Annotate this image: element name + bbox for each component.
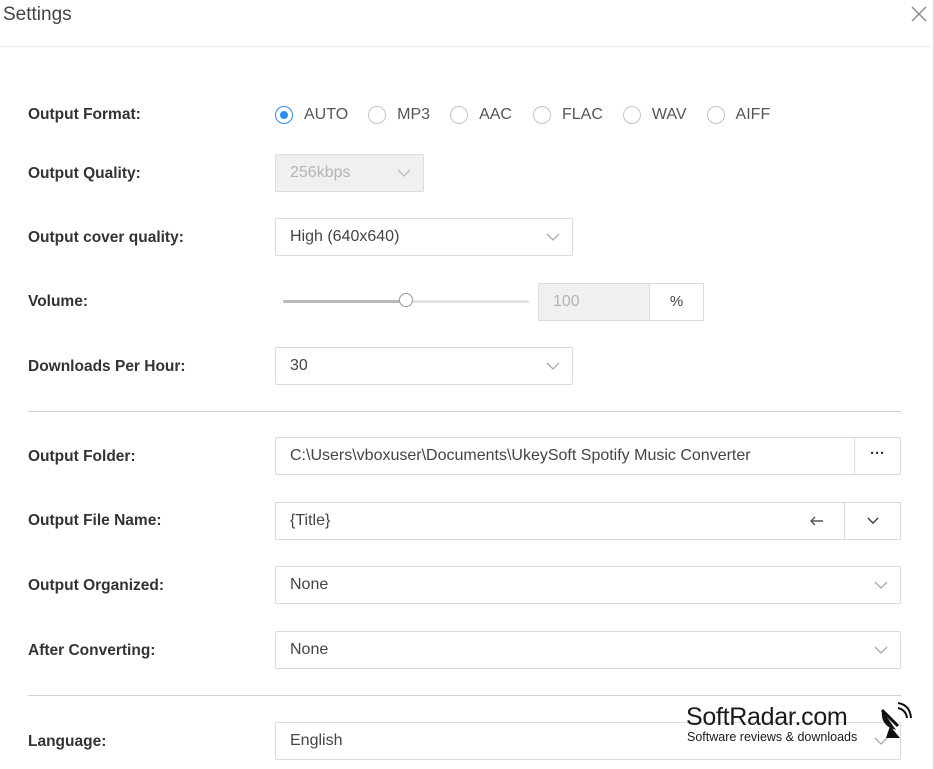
chevron-down-icon (866, 517, 879, 525)
output-organized-select[interactable]: None (275, 566, 901, 604)
output-folder-field[interactable]: C:\Users\vboxuser\Documents\UkeySoft Spo… (275, 437, 856, 475)
radio-unchecked-icon (532, 106, 551, 124)
cover-quality-select[interactable]: High (640x640) (275, 218, 573, 256)
volume-input: 100 (538, 283, 650, 321)
output-quality-select: 256kbps (275, 154, 424, 192)
radio-unchecked-icon (368, 106, 387, 124)
format-option-label: MP3 (397, 106, 431, 123)
output-quality-label: Output Quality: (28, 165, 141, 182)
language-value: English (290, 732, 343, 749)
downloads-per-hour-value: 30 (290, 357, 308, 374)
window-title: Settings (3, 4, 72, 25)
after-converting-select[interactable]: None (275, 631, 901, 669)
volume-unit: % (649, 283, 704, 321)
volume-label: Volume: (28, 293, 88, 310)
format-option-label: AUTO (304, 106, 349, 123)
output-quality-value: 256kbps (290, 164, 351, 181)
cover-quality-value: High (640x640) (290, 228, 400, 245)
downloads-per-hour-select[interactable]: 30 (275, 347, 573, 385)
title-bar: Settings (0, 0, 934, 47)
softradar-watermark: SoftRadar.com Software reviews & downloa… (686, 702, 916, 749)
backspace-arrow-icon[interactable] (808, 512, 826, 530)
format-option-label: FLAC (561, 106, 603, 123)
format-radio-mp3[interactable]: MP3 (368, 106, 450, 124)
format-radio-flac[interactable]: FLAC (532, 106, 623, 124)
format-option-label: AIFF (735, 106, 771, 123)
radio-checked-icon (275, 106, 293, 124)
language-label: Language: (28, 733, 107, 750)
browse-folder-button[interactable]: ··· (854, 437, 901, 475)
chevron-down-icon (874, 645, 888, 655)
format-radio-aiff[interactable]: AIFF (706, 106, 771, 124)
radio-unchecked-icon (622, 106, 641, 124)
downloads-per-hour-label: Downloads Per Hour: (28, 358, 186, 375)
radio-unchecked-icon (706, 106, 725, 124)
volume-slider[interactable] (283, 293, 529, 307)
format-radio-wav[interactable]: WAV (622, 106, 707, 124)
close-icon (911, 6, 927, 22)
output-format-radio-group: AUTO MP3 AAC FLAC WAV AIFF (275, 104, 770, 126)
output-organized-value: None (290, 576, 329, 593)
output-folder-label: Output Folder: (28, 448, 136, 465)
radio-unchecked-icon (450, 106, 469, 124)
file-name-tags-dropdown-button[interactable] (844, 502, 901, 540)
watermark-title: SoftRadar.com (686, 703, 848, 731)
volume-slider-fill (283, 300, 406, 303)
close-button[interactable] (908, 3, 930, 25)
cover-quality-label: Output cover quality: (28, 229, 184, 246)
format-radio-auto[interactable]: AUTO (275, 106, 368, 124)
section-divider (28, 411, 901, 412)
format-option-label: WAV (651, 106, 687, 123)
format-option-label: AAC (479, 106, 512, 123)
settings-window: Settings Output Format: AUTO MP3 AAC FLA… (0, 0, 934, 769)
chevron-down-icon (546, 361, 560, 371)
chevron-down-icon (397, 168, 411, 178)
volume-slider-handle[interactable] (399, 293, 413, 307)
after-converting-value: None (290, 641, 329, 658)
chevron-down-icon (546, 232, 560, 242)
output-file-name-field[interactable]: {Title} (275, 502, 845, 540)
section-divider (28, 695, 901, 696)
after-converting-label: After Converting: (28, 642, 156, 659)
output-organized-label: Output Organized: (28, 577, 165, 594)
watermark-subtitle: Software reviews & downloads (687, 730, 858, 744)
format-radio-aac[interactable]: AAC (450, 106, 533, 124)
satellite-dish-icon (880, 702, 912, 738)
output-file-name-label: Output File Name: (28, 512, 162, 529)
output-format-label: Output Format: (28, 106, 141, 123)
chevron-down-icon (874, 580, 888, 590)
